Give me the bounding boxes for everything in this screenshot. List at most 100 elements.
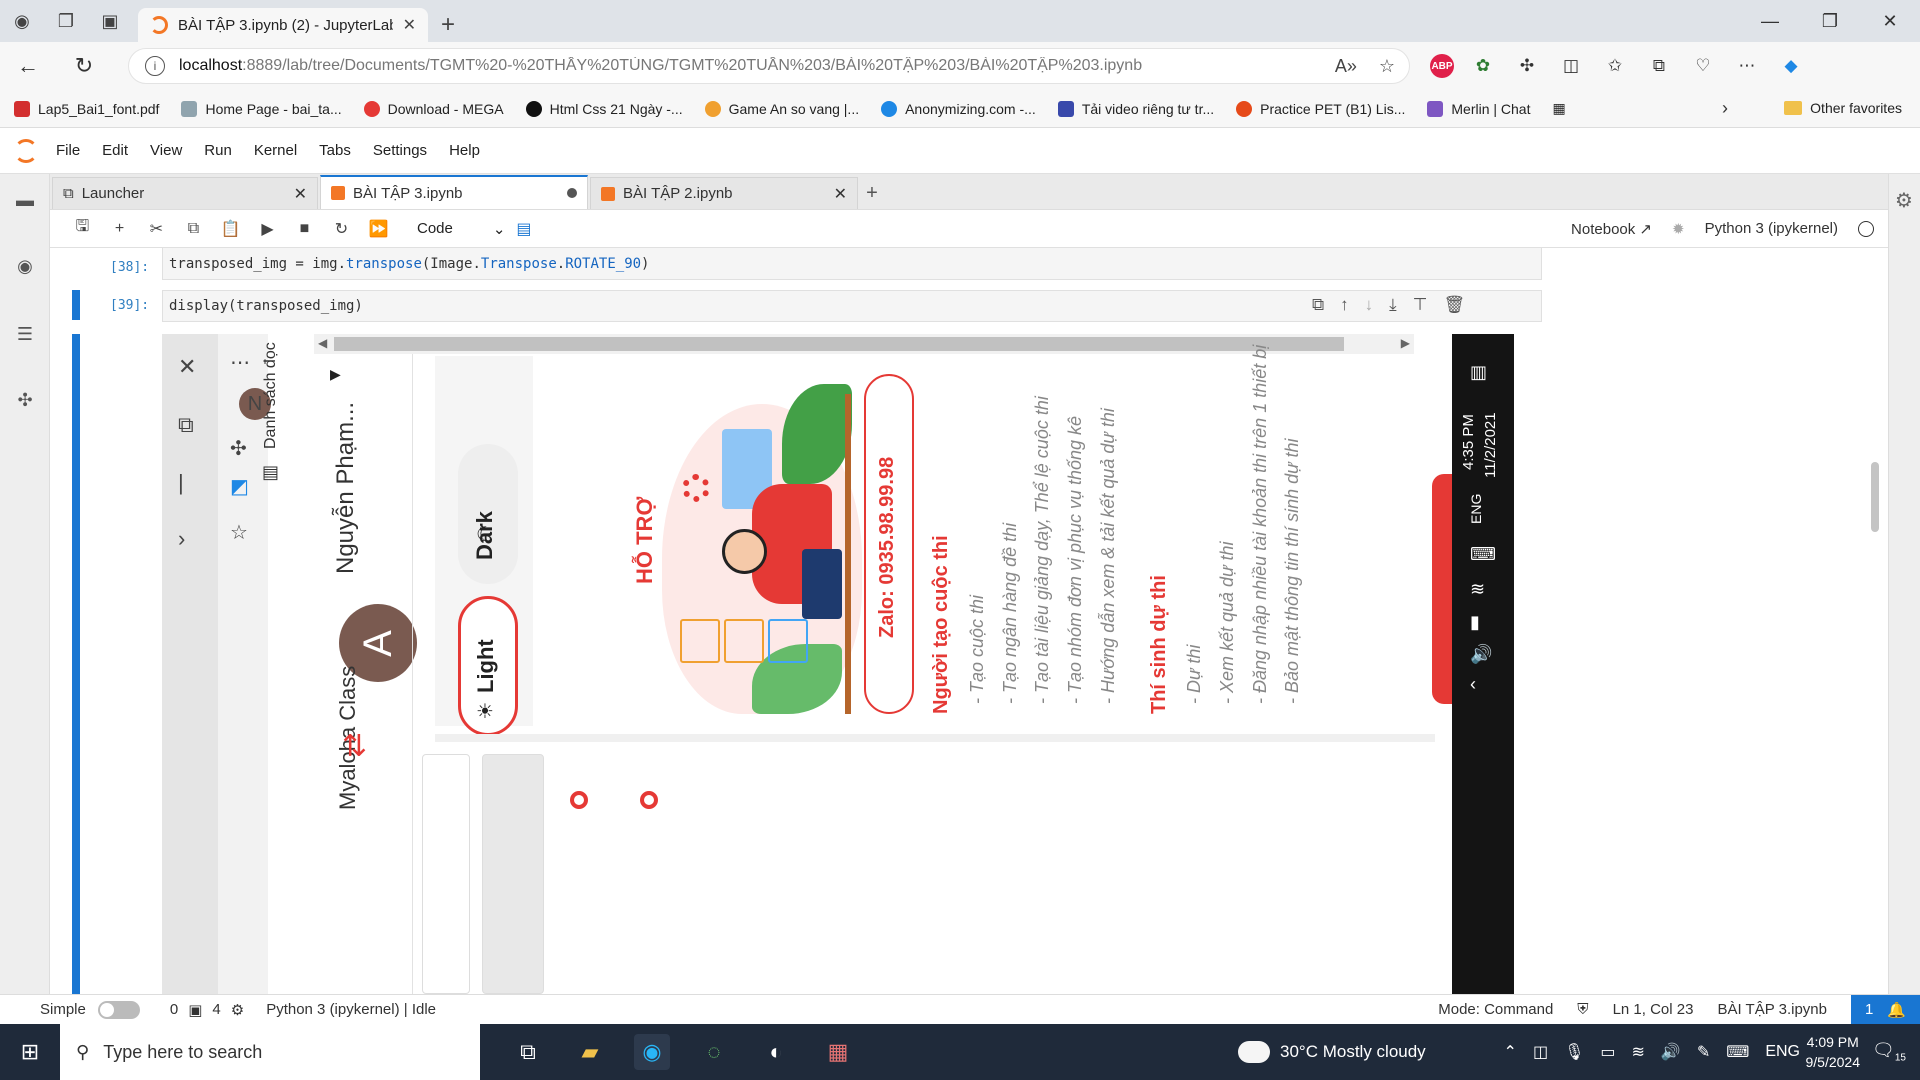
profile-icon[interactable]: ◉	[0, 0, 44, 42]
menu-tabs[interactable]: Tabs	[319, 142, 351, 159]
save-icon[interactable]: 🖫	[64, 215, 101, 242]
cell-type-select[interactable]: Code ⌄	[417, 220, 505, 238]
kernel-name[interactable]: Python 3 (ipykernel)	[1705, 220, 1838, 237]
clock[interactable]: 4:09 PM 9/5/2024	[1806, 1032, 1861, 1072]
bookmark-item[interactable]: Merlin | Chat	[1427, 100, 1530, 117]
refresh-icon[interactable]: ↻	[56, 53, 112, 79]
weather-widget[interactable]: 30°C Mostly cloudy	[1232, 1035, 1426, 1063]
cut-icon[interactable]: ✂	[138, 219, 175, 239]
table-of-contents-icon[interactable]: ☰	[13, 322, 37, 346]
scroll-thumb[interactable]	[1871, 462, 1879, 532]
extensions-puzzle-icon[interactable]: ✣	[1512, 51, 1542, 81]
debugger-icon[interactable]: ✹	[1672, 220, 1685, 238]
bookmark-item[interactable]: Game An so vang |...	[704, 100, 859, 117]
favorite-star-icon[interactable]: ☆	[1379, 56, 1395, 77]
taskbar-search[interactable]: ⚲ Type here to search	[60, 1024, 480, 1080]
notifications-button[interactable]: 1 🔔	[1850, 994, 1920, 1025]
calendar-bookmark-icon[interactable]: ▦	[1552, 100, 1565, 117]
wifi-icon[interactable]: ≋	[1632, 1042, 1645, 1062]
battery-icon[interactable]: ▭	[1600, 1042, 1615, 1062]
active-cell-bar[interactable]	[72, 290, 80, 320]
terminals-count[interactable]: 0	[170, 1001, 178, 1018]
read-aloud-icon[interactable]: A»	[1335, 56, 1357, 77]
menu-view[interactable]: View	[150, 142, 182, 159]
tab-bai-tap-2[interactable]: BÀI TẬP 2.ipynb ✕	[590, 177, 858, 209]
close-icon[interactable]: ✕	[294, 184, 307, 204]
restart-icon[interactable]: ↻	[323, 219, 360, 239]
run-all-icon[interactable]: ⏩	[360, 219, 397, 239]
volume-icon[interactable]: 🔊	[1661, 1042, 1681, 1062]
split-screen-icon[interactable]: ◫	[1556, 51, 1586, 81]
bookmark-item[interactable]: Tải video riêng tư tr...	[1057, 100, 1214, 117]
edge-icon[interactable]: ◉	[634, 1034, 670, 1070]
bookmark-item[interactable]: Anonymizing.com -...	[881, 100, 1036, 117]
copy-icon[interactable]: ⧉	[175, 220, 212, 238]
restore-icon[interactable]: ❐	[1800, 0, 1860, 42]
output-collapse-bar[interactable]	[72, 334, 80, 994]
browser-tab-active[interactable]: BÀI TẬP 3.ipynb (2) - JupyterLab ✕	[138, 8, 428, 42]
insert-cell-icon[interactable]: +	[101, 220, 138, 238]
bookmark-item[interactable]: Download - MEGA	[363, 100, 504, 117]
task-view-icon[interactable]: ⧉	[510, 1034, 546, 1070]
site-info-icon[interactable]: i	[145, 56, 165, 76]
menu-file[interactable]: File	[56, 142, 80, 159]
extension-icon[interactable]: ✿	[1468, 51, 1498, 81]
extension-manager-icon[interactable]: ✣	[13, 388, 37, 412]
run-icon[interactable]: ▶	[249, 219, 286, 239]
move-down-icon[interactable]: ↓	[1365, 295, 1374, 315]
unsaved-indicator-icon[interactable]	[567, 188, 577, 198]
menu-help[interactable]: Help	[449, 142, 480, 159]
back-icon[interactable]: ←	[0, 53, 56, 79]
move-up-icon[interactable]: ↑	[1340, 295, 1349, 315]
more-menu-icon[interactable]: ⋯	[1732, 51, 1762, 81]
app-mouse-icon[interactable]: ◐	[758, 1034, 794, 1070]
tab-bai-tap-3[interactable]: BÀI TẬP 3.ipynb	[320, 175, 588, 209]
insert-above-icon[interactable]: ⤓	[1389, 295, 1397, 315]
menu-edit[interactable]: Edit	[102, 142, 128, 159]
new-tab-button[interactable]: +	[428, 8, 468, 42]
cursor-position[interactable]: Ln 1, Col 23	[1613, 1001, 1694, 1018]
menu-run[interactable]: Run	[204, 142, 232, 159]
property-inspector-icon[interactable]: ⚙	[1895, 188, 1913, 213]
notebook-mode[interactable]: Mode: Command	[1438, 1001, 1553, 1018]
language-indicator[interactable]: ENG	[1765, 1043, 1800, 1061]
minimize-icon[interactable]: —	[1740, 0, 1800, 42]
camera-icon[interactable]: ◫	[1533, 1042, 1548, 1062]
app-circle-icon[interactable]: ◌	[696, 1034, 732, 1070]
copilot-icon[interactable]: ◆	[1776, 51, 1806, 81]
stop-icon[interactable]: ■	[286, 220, 323, 238]
new-launcher-button[interactable]: +	[858, 177, 886, 209]
insert-below-icon[interactable]: ⊤	[1413, 295, 1428, 315]
menu-kernel[interactable]: Kernel	[254, 142, 297, 159]
url-bar[interactable]: i localhost :8889/lab/tree/Documents/TGM…	[128, 48, 1410, 84]
close-window-icon[interactable]: ✕	[1860, 0, 1920, 42]
mic-icon[interactable]: 🎙	[1564, 1042, 1584, 1062]
file-explorer-icon[interactable]: ▰	[572, 1034, 608, 1070]
favorites-icon[interactable]: ✩	[1600, 51, 1630, 81]
bookmark-item[interactable]: Home Page - bai_ta...	[181, 100, 342, 117]
workspaces-icon[interactable]: ❐	[44, 0, 88, 42]
app-toolbox-icon[interactable]: ▦	[820, 1034, 856, 1070]
close-icon[interactable]: ✕	[834, 184, 847, 204]
adblock-icon[interactable]: ABP	[1430, 54, 1454, 78]
bookmark-item[interactable]: Html Css 21 Ngày -...	[525, 100, 683, 117]
chevron-right-icon[interactable]: ›	[1722, 98, 1728, 119]
chevron-up-icon[interactable]: ⌃	[1504, 1042, 1517, 1062]
other-favorites[interactable]: Other favorites	[1784, 100, 1902, 116]
tab-launcher[interactable]: ⧉ Launcher ✕	[52, 177, 318, 209]
collections-icon[interactable]: ⧉	[1644, 51, 1674, 81]
duplicate-cell-icon[interactable]: ⧉	[1312, 295, 1324, 315]
vertical-tabs-icon[interactable]: ▣	[88, 0, 132, 42]
open-notebook-button[interactable]: Notebook ↗	[1571, 220, 1652, 238]
bookmark-item[interactable]: Practice PET (B1) Lis...	[1236, 100, 1405, 117]
notebook-vscroll[interactable]	[1868, 248, 1882, 994]
property-icon[interactable]: ▤	[505, 219, 542, 239]
file-browser-icon[interactable]: ▬	[13, 188, 37, 212]
keyboard-icon[interactable]: ⌨	[1726, 1042, 1749, 1062]
simple-mode-toggle[interactable]	[97, 1000, 140, 1019]
browser-essentials-icon[interactable]: ♡	[1688, 51, 1718, 81]
bookmark-item[interactable]: Lap5_Bai1_font.pdf	[14, 100, 159, 117]
paste-icon[interactable]: 📋	[212, 219, 249, 239]
close-tab-icon[interactable]: ✕	[403, 15, 416, 35]
kernel-status[interactable]: Python 3 (ipykernel) | Idle	[266, 1001, 436, 1018]
